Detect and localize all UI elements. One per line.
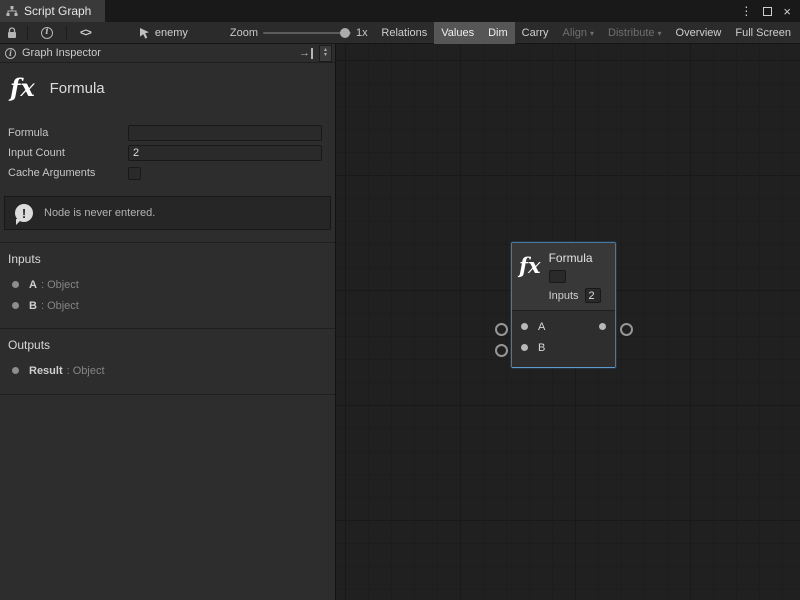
warning-box: ! Node is never entered. [4,196,331,230]
port-type: : Object [41,279,79,291]
unit-title: Formula [50,80,105,97]
lock-icon[interactable] [0,27,24,39]
zoom-value: 1x [356,27,368,39]
target-name: enemy [155,27,188,39]
node-input-count[interactable] [585,288,601,303]
node-port-b[interactable]: B [512,337,615,358]
tab-script-graph[interactable]: Script Graph [0,0,105,22]
cache-arguments-field-row: Cache Arguments [8,163,322,183]
align-label: Align [563,27,587,39]
formula-input[interactable] [128,125,322,141]
input-port-row-b[interactable]: B : Object [0,295,335,316]
toolbar-button-dim[interactable]: Dim [481,22,515,44]
section-divider [0,394,335,395]
toolbar-toggle-group: Relations Values Dim Carry Align ▾ Distr… [374,22,800,44]
outputs-section: Outputs Result : Object [0,328,335,381]
graph-canvas[interactable]: fx Formula Inputs A [336,44,800,600]
scroll-spinner[interactable]: ▴ ▾ [319,45,332,62]
inputs-section: Inputs A : Object B : Object [0,242,335,316]
output-port-row-result[interactable]: Result : Object [0,360,335,381]
node-port-a[interactable]: A [512,316,615,337]
port-name: A [29,279,37,291]
main-area: i Graph Inspector → ▴ ▾ fx Formula Formu… [0,44,800,600]
close-icon[interactable]: × [783,4,791,19]
input-port-dot[interactable] [521,323,528,330]
unit-header: fx Formula [0,63,335,117]
fx-icon: fx [519,255,541,303]
graph-target[interactable]: enemy [139,27,188,39]
inspector-fields: Formula Input Count Cache Arguments [0,117,335,183]
toolbar-button-fullscreen[interactable]: Full Screen [728,22,798,44]
toolbar-button-overview[interactable]: Overview [669,22,729,44]
graph-toolbar: i <> enemy Zoom 1x Relations Values Dim … [0,22,800,44]
cursor-icon [139,27,150,39]
toolbar-separator [66,26,67,40]
formula-field-row: Formula [8,123,322,143]
zoom-label: Zoom [230,27,258,39]
formula-node[interactable]: fx Formula Inputs A [511,242,616,368]
warning-icon: ! [15,204,33,222]
cache-arguments-label: Cache Arguments [8,167,128,179]
port-connector-ring[interactable] [495,323,508,336]
outputs-section-title: Outputs [0,334,335,360]
formula-node-ports: A B [512,310,615,367]
port-type: : Object [67,365,105,377]
node-inputs-row: Inputs [549,288,601,303]
input-count-field-row: Input Count [8,143,322,163]
port-dot-icon [12,367,19,374]
toolbar-separator [27,26,28,40]
port-type: : Object [41,300,79,312]
maximize-icon[interactable] [763,7,772,16]
window-controls: ⋮ × [740,0,800,22]
output-port-dot[interactable] [599,323,606,330]
port-dot-icon [12,281,19,288]
inputs-section-title: Inputs [0,248,335,274]
node-formula-input[interactable] [549,270,566,283]
window-menu-icon[interactable]: ⋮ [740,4,752,18]
toolbar-button-distribute[interactable]: Distribute ▾ [601,22,668,44]
node-inputs-label: Inputs [549,290,579,302]
input-count-label: Input Count [8,147,128,159]
port-dot-icon [12,302,19,309]
info-icon: i [41,27,53,39]
toolbar-button-relations[interactable]: Relations [374,22,434,44]
toolbar-button-values[interactable]: Values [434,22,481,44]
port-name: Result [29,365,63,377]
zoom-slider-knob[interactable] [340,28,350,38]
input-port-row-a[interactable]: A : Object [0,274,335,295]
zoom-slider-track [263,32,351,34]
tab-label: Script Graph [24,4,91,18]
port-label: A [538,321,545,333]
port-connector-ring[interactable] [620,323,633,336]
dock-panel-icon[interactable]: → [299,48,313,59]
toolbar-button-align[interactable]: Align ▾ [556,22,601,44]
code-view-button[interactable]: <> [70,22,101,44]
chevron-down-icon: ▾ [658,29,662,38]
graph-inspector-header: i Graph Inspector → ▴ ▾ [0,44,335,63]
port-name: B [29,300,37,312]
input-count-input[interactable] [128,145,322,161]
graph-inspector-panel: i Graph Inspector → ▴ ▾ fx Formula Formu… [0,44,336,600]
zoom-slider[interactable] [263,22,351,44]
formula-field-label: Formula [8,127,128,139]
port-label: B [538,342,545,354]
formula-node-header: fx Formula Inputs [512,243,615,310]
toolbar-button-carry[interactable]: Carry [515,22,556,44]
info-icon: i [5,48,16,59]
script-graph-icon [6,5,18,17]
spin-down-icon: ▾ [324,53,327,58]
input-port-dot[interactable] [521,344,528,351]
cache-arguments-checkbox[interactable] [128,167,141,180]
distribute-label: Distribute [608,27,654,39]
inspector-title: Graph Inspector [22,47,101,59]
port-connector-ring[interactable] [495,344,508,357]
inspector-toggle-button[interactable]: i [31,22,63,44]
node-title: Formula [549,251,601,265]
warning-text: Node is never entered. [44,207,155,219]
chevron-down-icon: ▾ [590,29,594,38]
fx-icon: fx [10,76,35,100]
window-titlebar: Script Graph ⋮ × [0,0,800,22]
